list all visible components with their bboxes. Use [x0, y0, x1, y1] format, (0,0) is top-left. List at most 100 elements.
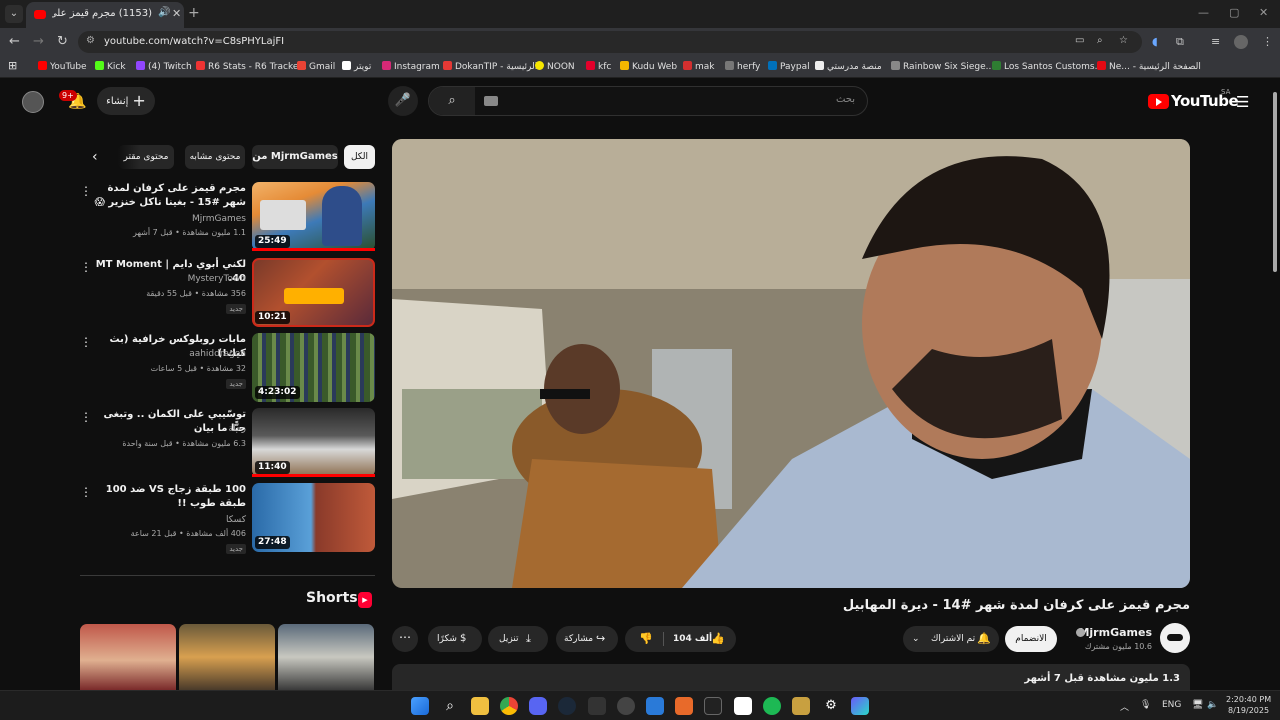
like-count[interactable]: 104 ألف	[673, 626, 712, 652]
chip-suggested[interactable]: محتوى مقتر	[118, 145, 174, 169]
app-gem-icon[interactable]	[851, 697, 869, 715]
close-tab-icon[interactable]: ✕	[172, 7, 181, 20]
page-scrollbar-thumb[interactable]	[1273, 92, 1277, 272]
account-avatar[interactable]	[22, 91, 44, 113]
close-window-icon[interactable]: ✕	[1259, 6, 1268, 19]
video-meta: 356 مشاهدة • قبل 55 دقيقة	[146, 289, 246, 298]
steam-icon[interactable]	[558, 697, 576, 715]
extension-icon[interactable]: ◖	[1152, 35, 1158, 48]
voice-search-mic-icon[interactable]: 🎤	[388, 86, 418, 116]
keyboard-icon[interactable]	[484, 96, 498, 106]
epic-games-icon[interactable]	[704, 697, 722, 715]
discord-icon[interactable]	[529, 697, 547, 715]
site-info-icon[interactable]: ⚙	[86, 35, 95, 46]
browser-tab-active[interactable]: (1153) مجرم قيمز على كرفان 🔊 ✕	[26, 2, 184, 28]
like-icon[interactable]: 👍	[711, 626, 725, 652]
reload-button[interactable]: ↻	[57, 34, 68, 49]
mak-icon	[683, 61, 692, 70]
app-icon[interactable]	[588, 697, 606, 715]
maximize-window-icon[interactable]: ▢	[1229, 6, 1239, 19]
download-label: تنزيل	[499, 634, 519, 644]
join-button[interactable]: الانضمام	[1005, 626, 1057, 652]
obs-icon[interactable]	[617, 697, 635, 715]
download-button[interactable]: ⤓ تنزيل	[488, 626, 548, 652]
game-icon[interactable]	[792, 697, 810, 715]
bookmark-twitter[interactable]: تويتر	[342, 61, 371, 72]
description-box[interactable]: 1.3 مليون مشاهدة قبل 7 أشهر	[392, 664, 1190, 690]
bookmark-kfc[interactable]: kfc	[586, 61, 611, 72]
settings-gear-icon[interactable]: ⚙	[822, 697, 840, 715]
bookmark-gmail[interactable]: Gmail	[297, 61, 335, 72]
download-icon: ⤓	[526, 632, 531, 645]
extensions-puzzle-icon[interactable]: ⧉	[1176, 35, 1184, 49]
media-controls-icon[interactable]: ≡	[1211, 35, 1220, 48]
suggested-video[interactable]: ⋮ مجرم قيمز على كرفان لمدة شهر #15 - بغي…	[80, 182, 376, 252]
bookmark-instagram[interactable]: Instagram	[382, 61, 440, 72]
new-tab-button[interactable]: +	[188, 5, 200, 21]
suggested-video[interactable]: ⋮ 100 طبقة زجاج VS ضد 100 طبقة طوب !! كس…	[80, 483, 376, 554]
cast-icon[interactable]: ▭	[1075, 35, 1084, 46]
bookmark-herfy[interactable]: herfy	[725, 61, 760, 72]
microphone-tray-icon[interactable]: 🎙	[1140, 700, 1151, 710]
short-thumbnail[interactable]	[278, 624, 374, 690]
app-window-icon[interactable]	[646, 697, 664, 715]
short-thumbnail[interactable]	[179, 624, 275, 690]
bookmark-mak[interactable]: mak	[683, 61, 715, 72]
chip-from-channel[interactable]: من MjrmGames	[252, 145, 338, 169]
bookmark-kick[interactable]: Kick	[95, 61, 126, 72]
zoom-icon[interactable]: ⌕	[1097, 35, 1103, 46]
bookmark-los-santos[interactable]: Los Santos Customs...	[992, 61, 1103, 72]
chip-all[interactable]: الكل	[344, 145, 375, 169]
create-button[interactable]: إنشاء +	[97, 87, 155, 115]
profile-avatar[interactable]	[1234, 35, 1248, 49]
tab-search-button[interactable]: ⌄	[5, 5, 23, 23]
file-explorer-icon[interactable]	[471, 697, 489, 715]
language-indicator[interactable]: ENG	[1162, 700, 1181, 710]
bookmark-twitch[interactable]: (4) Twitch	[136, 61, 192, 72]
channel-avatar[interactable]	[1160, 623, 1190, 653]
chrome-icon[interactable]	[500, 697, 518, 715]
windows-start-icon[interactable]	[411, 697, 429, 715]
apps-grid-icon[interactable]: ⊞	[8, 59, 17, 72]
back-button[interactable]: ←	[9, 34, 20, 49]
guide-menu-icon[interactable]: ☰	[1236, 93, 1249, 111]
search-icon[interactable]: ⌕	[441, 697, 459, 715]
suggested-video[interactable]: ⋮ توسّيبي على الكمان .. وتبغى حبًّا ما ب…	[80, 408, 376, 478]
share-button[interactable]: ↪ مشاركة	[556, 626, 618, 652]
bookmark-r6-stats[interactable]: R6 Stats - R6 Tracke...	[196, 61, 307, 72]
search-box[interactable]: ⌕ بحث	[428, 86, 868, 116]
bookmark-madrasati[interactable]: منصة مدرستي	[815, 61, 882, 72]
subscribed-dropdown-button[interactable]: 🔔 تم الاشتراك ⌄	[903, 626, 999, 652]
network-icon[interactable]: 🖥	[1192, 700, 1203, 710]
channel-name-link[interactable]: MjrmGames	[1078, 626, 1152, 639]
minimize-window-icon[interactable]: —	[1198, 6, 1209, 19]
bookmark-rainbow-six[interactable]: Rainbow Six Siege...	[891, 61, 994, 72]
chip-similar[interactable]: محتوى مشابه	[185, 145, 245, 169]
app-a-icon[interactable]	[675, 697, 693, 715]
m-app-icon[interactable]	[734, 697, 752, 715]
more-actions-button[interactable]: ⋯	[392, 626, 418, 652]
bookmark-paypal[interactable]: Paypal	[768, 61, 810, 72]
video-player[interactable]	[392, 139, 1190, 588]
browser-menu-icon[interactable]: ⋮	[1262, 35, 1273, 48]
bookmark-noon[interactable]: NOON	[535, 61, 575, 72]
forward-button[interactable]: →	[33, 34, 44, 49]
suggested-video[interactable]: ⋮ مابات روبلوكس خرافية (بث كيك!) aahiddr…	[80, 333, 376, 403]
speaker-icon[interactable]: 🔊	[158, 7, 170, 18]
system-clock[interactable]: 2:20:40 PM 8/19/2025	[1226, 694, 1271, 716]
bookmark-dokantip[interactable]: DokanTIP - الرئيسية	[443, 61, 537, 72]
chevron-left-icon[interactable]: ‹	[92, 149, 98, 165]
spotify-icon[interactable]	[763, 697, 781, 715]
search-icon[interactable]: ⌕	[429, 87, 475, 115]
address-bar[interactable]: ⚙ youtube.com/watch?v=C8sPHYLajFI ▭ ⌕ ☆	[78, 31, 1142, 53]
bookmark-netflix[interactable]: Ne... - الصفحة الرئيسية	[1097, 61, 1201, 72]
suggested-video[interactable]: ⋮ لكني أبوي دايم | MT Moment .40 Mystery…	[80, 258, 376, 328]
bookmark-star-icon[interactable]: ☆	[1119, 35, 1128, 46]
bookmark-youtube[interactable]: YouTube	[38, 61, 87, 72]
tray-overflow-icon[interactable]: ︿	[1120, 700, 1129, 713]
bookmark-kudu[interactable]: Kudu Web	[620, 61, 677, 72]
dislike-icon[interactable]: 👎	[639, 626, 653, 652]
thanks-button[interactable]: $ شكرًا	[428, 626, 482, 652]
short-thumbnail[interactable]	[80, 624, 176, 690]
volume-icon[interactable]: 🔈	[1207, 700, 1218, 710]
